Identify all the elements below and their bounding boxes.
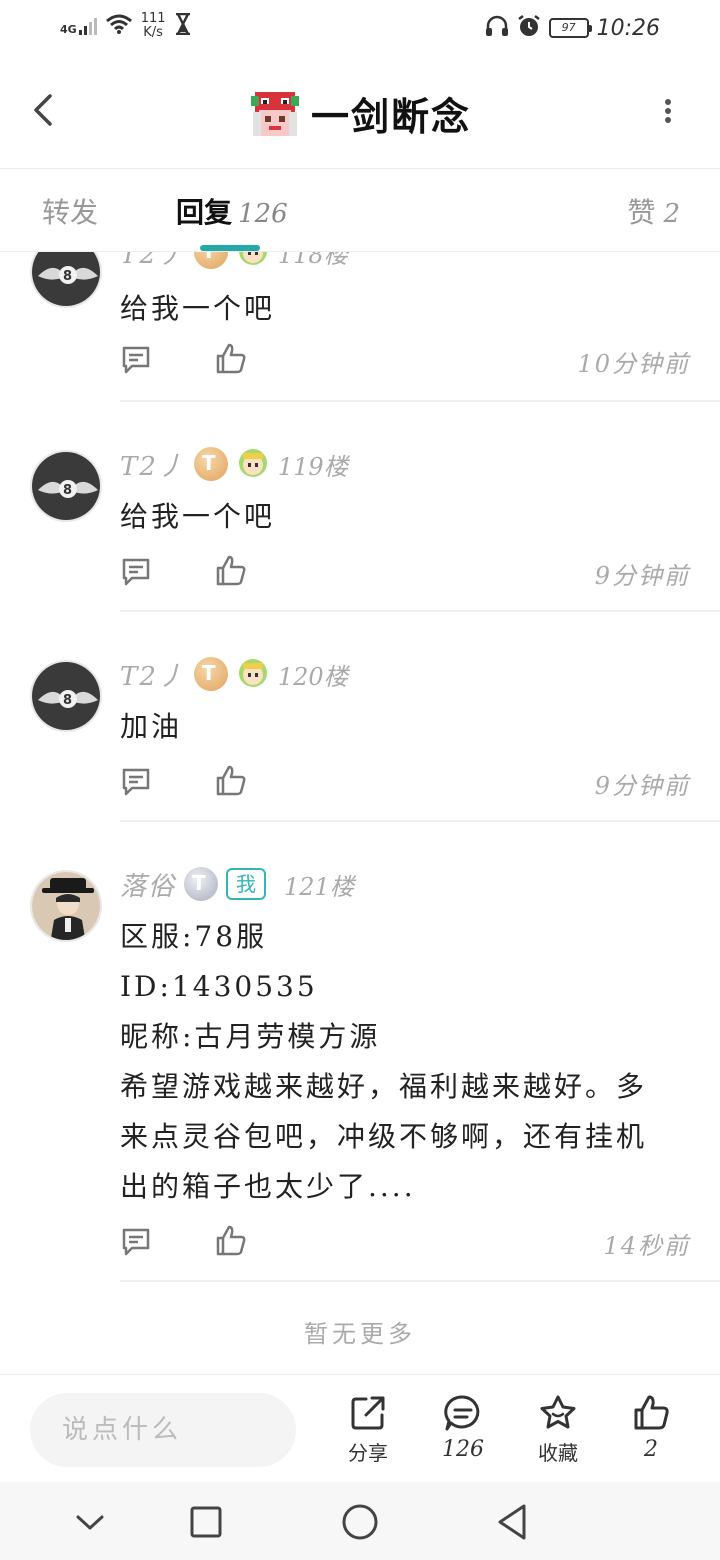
- system-navigation-bar: [0, 1482, 720, 1560]
- floor-number: 119楼: [277, 452, 348, 481]
- header: 一剑断念: [0, 56, 720, 168]
- reply-actions: 9分钟前: [120, 764, 690, 804]
- svg-text:8: 8: [63, 693, 72, 708]
- username[interactable]: T2丿: [120, 252, 186, 271]
- avatar[interactable]: 8: [30, 252, 102, 308]
- like-icon[interactable]: [214, 764, 248, 798]
- like-icon[interactable]: [214, 342, 248, 376]
- nav-home-button[interactable]: [338, 1500, 382, 1544]
- share-button[interactable]: 分享: [328, 1393, 408, 1466]
- reply-time: 9分钟前: [594, 772, 690, 800]
- battery-icon: 97: [548, 18, 592, 38]
- triangle-back-icon: [498, 1504, 526, 1540]
- svg-text:8: 8: [63, 483, 72, 498]
- username[interactable]: T2丿: [120, 656, 186, 693]
- reply-meta: T2丿 T 118楼: [120, 252, 348, 272]
- active-tab-indicator: [200, 245, 260, 251]
- reply-list[interactable]: 8 T2丿 T 118楼 给我一个吧 10分钟前 8 T2丿 T 119楼 给我…: [0, 252, 720, 1374]
- like-count: 2: [663, 199, 680, 229]
- comment-input[interactable]: 说点什么: [30, 1393, 296, 1467]
- list-item: 落俗 T 我 121楼 区服:78服 ID:1430535 昵称:古月劳模方源 …: [0, 822, 720, 1282]
- character-avatar-icon: [236, 445, 270, 483]
- hourglass-icon: [174, 12, 192, 39]
- pixel-avatar-icon: [248, 87, 301, 140]
- circle-icon: [342, 1504, 378, 1540]
- headphones-icon: [485, 15, 509, 41]
- svg-text:8: 8: [63, 269, 72, 284]
- thumbs-up-icon: [634, 1395, 669, 1430]
- nav-recents-button[interactable]: [184, 1500, 228, 1544]
- character-avatar-icon: [236, 655, 270, 693]
- author-avatar[interactable]: [248, 87, 301, 140]
- winged-emblem-icon: 8: [32, 452, 100, 520]
- comment-icon[interactable]: [120, 344, 152, 376]
- comment-bubble-icon: [444, 1395, 480, 1431]
- more-options-button[interactable]: [656, 96, 680, 128]
- floor-number: 120楼: [277, 662, 348, 691]
- level-badge-icon: T: [193, 447, 228, 481]
- comment-icon[interactable]: [120, 556, 152, 588]
- reply-time: 10分钟前: [577, 350, 690, 378]
- reply-meta: T2丿 T 119楼: [120, 444, 348, 484]
- tab-reply[interactable]: 回复 126: [176, 191, 288, 231]
- reply-content: 加油: [120, 710, 183, 743]
- signal-icon: 4G: [60, 17, 97, 35]
- tab-bar: 转发 回复 126 赞2: [0, 168, 720, 252]
- reply-meta: T2丿 T 120楼: [120, 654, 348, 694]
- character-photo-icon: [32, 872, 100, 940]
- divider: [120, 1280, 720, 1282]
- level-badge-icon: T: [193, 657, 228, 691]
- page-title: 一剑断念: [310, 94, 471, 139]
- level-badge-icon: T: [193, 252, 228, 269]
- like-button[interactable]: 2: [611, 1393, 691, 1462]
- comment-icon[interactable]: [120, 766, 152, 798]
- alarm-icon: [517, 14, 541, 42]
- level-badge-icon: T: [184, 867, 219, 901]
- winged-emblem-icon: 8: [32, 252, 100, 306]
- reply-actions: 14秒前: [120, 1224, 690, 1264]
- floor-number: 118楼: [277, 252, 348, 269]
- list-item: 8 T2丿 T 120楼 加油 9分钟前: [0, 612, 720, 822]
- list-item: 8 T2丿 T 119楼 给我一个吧 9分钟前: [0, 402, 720, 612]
- winged-emblem-icon: 8: [32, 662, 100, 730]
- clock-time: 10:26: [596, 15, 660, 41]
- avatar[interactable]: [30, 870, 102, 942]
- reply-meta: 落俗 T 我 121楼: [120, 864, 354, 904]
- reply-content: 给我一个吧: [120, 500, 276, 533]
- nav-back-button[interactable]: [492, 1500, 536, 1544]
- wifi-icon: [105, 13, 133, 39]
- me-tag: 我: [226, 868, 267, 900]
- no-more-text: 暂无更多: [304, 1320, 416, 1348]
- reply-time: 9分钟前: [594, 562, 690, 590]
- reply-actions: 10分钟前: [120, 342, 690, 382]
- like-icon[interactable]: [214, 1224, 248, 1258]
- floor-number: 121楼: [284, 872, 354, 901]
- favorite-button[interactable]: 收藏: [518, 1393, 598, 1466]
- bottom-action-bar: 说点什么 分享 126 收藏 2: [0, 1374, 720, 1482]
- status-bar: 4G 111 K/s 97 10:26: [0, 0, 720, 56]
- username[interactable]: 落俗: [120, 866, 176, 903]
- nav-collapse-button[interactable]: [68, 1500, 112, 1544]
- tab-forward[interactable]: 转发: [42, 191, 98, 231]
- star-icon: [540, 1395, 576, 1429]
- reply-actions: 9分钟前: [120, 554, 690, 594]
- username[interactable]: T2丿: [120, 446, 186, 483]
- character-avatar-icon: [236, 252, 270, 271]
- reply-count: 126: [238, 199, 288, 229]
- comment-button[interactable]: 126: [423, 1393, 503, 1462]
- avatar[interactable]: 8: [30, 450, 102, 522]
- reply-time: 14秒前: [603, 1232, 690, 1260]
- square-icon: [190, 1506, 222, 1538]
- chevron-down-icon: [76, 1515, 104, 1530]
- avatar[interactable]: 8: [30, 660, 102, 732]
- tab-like[interactable]: 赞2: [627, 191, 680, 231]
- reply-content: 区服:78服 ID:1430535 昵称:古月劳模方源 希望游戏越来越好，福利越…: [120, 920, 648, 1203]
- list-item: 8 T2丿 T 118楼 给我一个吧 10分钟前: [0, 252, 720, 402]
- network-speed: 111 K/s: [140, 11, 166, 40]
- share-icon: [351, 1396, 385, 1430]
- comment-icon[interactable]: [120, 1226, 152, 1258]
- reply-content: 给我一个吧: [120, 292, 276, 325]
- like-icon[interactable]: [214, 554, 248, 588]
